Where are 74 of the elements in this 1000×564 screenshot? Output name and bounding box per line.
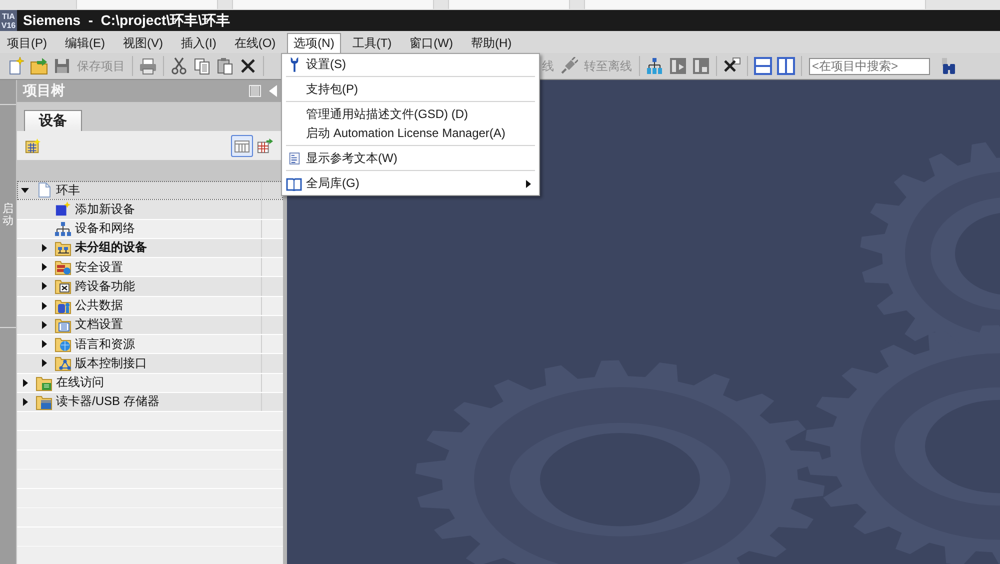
hierarchy-icon[interactable]	[646, 57, 664, 75]
tree-item[interactable]: 在线访问	[17, 374, 283, 393]
menu-item[interactable]: 项目(P)	[0, 33, 54, 53]
caret-right-icon[interactable]	[42, 320, 47, 329]
menu-item[interactable]: 插入(I)	[174, 33, 224, 53]
paste-icon[interactable]	[216, 57, 234, 75]
book-icon	[286, 176, 302, 190]
menu-item[interactable]: 选项(N)	[286, 33, 342, 53]
folder-devices-icon	[55, 240, 71, 256]
tree-item[interactable]: 公共数据	[17, 296, 283, 316]
caret-right-icon[interactable]	[42, 282, 47, 290]
folder-database-icon	[55, 298, 71, 314]
menu-item[interactable]: 启动 Automation License Manager(A)	[282, 124, 539, 143]
tree-item[interactable]: 添加新设备	[17, 200, 283, 220]
tree-item[interactable]: 版本控制接口	[17, 354, 283, 374]
tree-item[interactable]: 设备和网络	[17, 220, 283, 239]
scissors-icon[interactable]	[170, 57, 188, 75]
view-toggle-button[interactable]	[231, 134, 253, 156]
split-horizontal-icon[interactable]	[754, 57, 772, 75]
caret-right-icon[interactable]	[42, 340, 47, 348]
tree-item[interactable]: 跨设备功能	[17, 277, 283, 296]
search-field[interactable]: <在项目中搜索>	[809, 58, 930, 74]
app-logo: TIA V16	[0, 10, 17, 31]
binoculars-icon[interactable]	[940, 57, 958, 75]
new-document-icon[interactable]	[7, 57, 25, 75]
folder-card-icon	[36, 394, 52, 410]
window-title: Siemens - C:\project\环丰\环丰	[23, 12, 230, 30]
menu-item[interactable]: 支持包(P)	[282, 80, 539, 99]
caret-right-icon[interactable]	[42, 302, 47, 310]
folder-board-icon	[36, 374, 52, 391]
tree-item[interactable]: 文档设置	[17, 316, 283, 335]
folder-globe-icon	[55, 336, 71, 352]
panel-title: 项目树	[23, 82, 66, 100]
folder-cross-icon	[55, 278, 71, 294]
plug-icon[interactable]	[560, 57, 578, 75]
menu-item[interactable]: 视图(V)	[116, 33, 170, 53]
panel-icon[interactable]	[692, 57, 710, 75]
menu-item[interactable]: 编辑(E)	[58, 33, 112, 53]
menu-item[interactable]: 窗口(W)	[402, 33, 460, 53]
menu-item[interactable]: 在线(O)	[227, 33, 283, 53]
new-table-icon[interactable]	[25, 138, 41, 154]
save-icon[interactable]	[53, 57, 71, 75]
table-icon	[234, 138, 250, 154]
menu-item[interactable]: 管理通用站描述文件(GSD) (D)	[282, 105, 539, 124]
tree-item[interactable]: 未分组的设备	[17, 238, 283, 258]
network-icon	[55, 220, 71, 237]
printer-icon[interactable]	[139, 57, 157, 75]
table-arrow-icon[interactable]	[257, 138, 273, 154]
folder-document-icon	[55, 316, 71, 333]
caret-right-icon[interactable]	[23, 378, 28, 387]
copy-icon[interactable]	[193, 57, 211, 75]
add-device-icon	[55, 201, 71, 218]
caret-down-icon[interactable]	[21, 188, 29, 193]
menu-item[interactable]: 显示参考文本(W)	[282, 149, 539, 168]
split-vertical-icon[interactable]	[777, 57, 795, 75]
delete-icon[interactable]	[239, 57, 257, 75]
folder-bricks-icon	[55, 259, 71, 276]
folder-nodes-icon	[55, 355, 71, 372]
menu-item[interactable]: 工具(T)	[345, 33, 399, 53]
document-icon	[36, 182, 52, 198]
caret-right-icon[interactable]	[42, 244, 47, 252]
caret-right-icon[interactable]	[23, 398, 28, 406]
wrench-icon	[288, 57, 300, 72]
text-document-icon	[288, 151, 300, 166]
caret-right-icon[interactable]	[42, 263, 47, 272]
menu-item[interactable]: 帮助(H)	[464, 33, 519, 53]
tab[interactable]: 设备	[24, 110, 82, 131]
tree-item[interactable]: 读卡器/USB 存储器	[17, 392, 283, 412]
menu-item[interactable]: 设置(S)	[282, 55, 539, 74]
tree-item[interactable]: 语言和资源	[17, 335, 283, 354]
tree-item[interactable]: 安全设置	[17, 258, 283, 278]
caret-right-icon[interactable]	[42, 359, 47, 368]
menu-item[interactable]: 全局库(G)	[282, 174, 539, 193]
tree-item[interactable]: 环丰	[17, 181, 283, 200]
